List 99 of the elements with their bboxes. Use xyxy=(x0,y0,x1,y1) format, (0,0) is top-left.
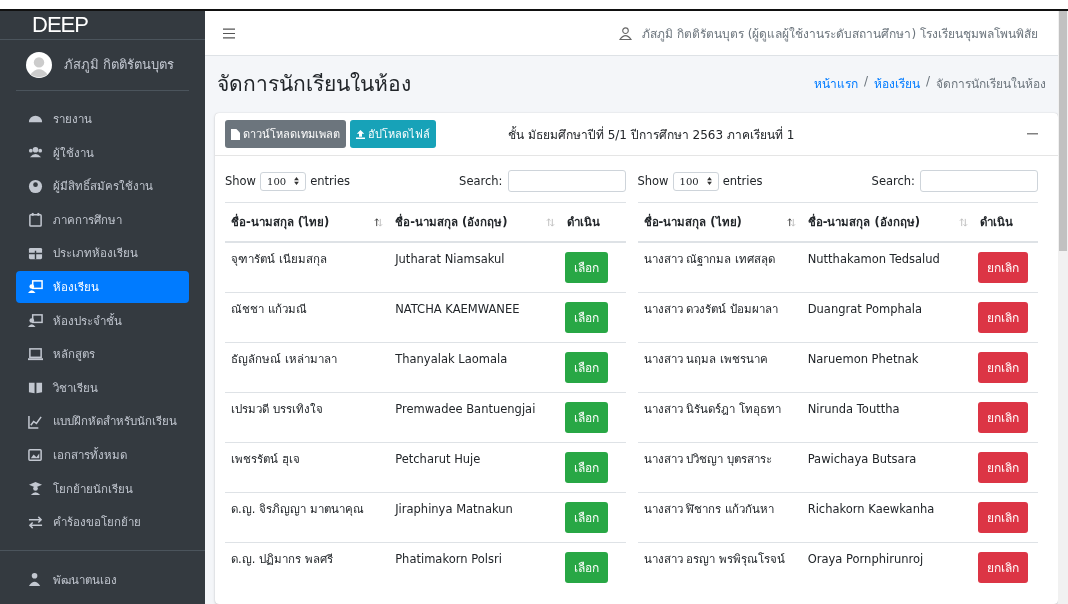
user-name[interactable]: ภัสภูมิ กิตติรัตนบุตร xyxy=(64,54,175,76)
sort-icon xyxy=(546,218,556,227)
scrollbar-thumb[interactable] xyxy=(1059,11,1067,251)
search-field[interactable] xyxy=(507,170,626,192)
table-cell: Premwadee Bantuengjai xyxy=(389,392,562,443)
sort-icon xyxy=(786,218,796,227)
scrollbar[interactable] xyxy=(1058,11,1068,604)
table-cell: นางสาว ฬิชากร แก้วกันหา xyxy=(637,492,802,543)
sidebar-item[interactable]: โยกย้ายนักเรียน xyxy=(16,472,189,505)
swap-arrows-icon xyxy=(28,514,43,530)
breadcrumb-separator: / xyxy=(863,74,868,90)
sidebar-item[interactable]: ห้องประจำชั้น xyxy=(16,304,189,337)
table-cell: NATCHA KAEMWANEE xyxy=(389,292,562,343)
table-cell: Nirunda Touttha xyxy=(801,392,974,443)
table-cell: Jutharat Niamsakul xyxy=(389,242,562,293)
cancel-button[interactable]: ยกเลิก xyxy=(977,452,1028,483)
cancel-button[interactable]: ยกเลิก xyxy=(977,352,1028,383)
upload-icon xyxy=(356,128,365,140)
table-cell: Naruemon Phetnak xyxy=(801,342,974,393)
cancel-button[interactable]: ยกเลิก xyxy=(977,302,1028,333)
table-cell: นางสาว ณัฐากมล เทศสลุด xyxy=(637,242,802,293)
graduate-icon xyxy=(28,481,43,496)
sort-icon xyxy=(958,218,968,227)
entries-label: entries xyxy=(722,174,763,188)
table-cell: Pawichaya Butsara xyxy=(801,442,974,493)
sort-icon xyxy=(374,218,384,227)
table-cell: จุฑารัตน์ เนียมสกุล xyxy=(225,242,390,293)
sidebar-item[interactable]: แบบฝึกหัดสำหรับนักเรียน xyxy=(16,405,189,438)
sidebar-item[interactable]: พัฒนาตนเอง xyxy=(16,563,189,596)
cancel-button[interactable]: ยกเลิก xyxy=(977,502,1028,533)
user-icon xyxy=(619,26,633,40)
sidebar-item[interactable]: หลักสูตร xyxy=(16,337,189,371)
table-cell: Duangrat Pomphala xyxy=(801,292,974,343)
column-header[interactable]: ดำเนิน xyxy=(973,202,1038,242)
book-icon xyxy=(28,380,43,396)
show-label: Show xyxy=(225,174,257,188)
table-cell: Petcharut Huje xyxy=(389,442,562,493)
column-header[interactable]: ชื่อ-นามสกุล (อังกฤษ) xyxy=(389,202,562,242)
sidebar-item[interactable]: วิชาเรียน xyxy=(16,371,189,405)
column-header[interactable]: ชื่อ-นามสกุล (ไทย) xyxy=(637,202,802,242)
column-header[interactable]: ดำเนิน xyxy=(561,202,626,242)
file-icon xyxy=(231,128,240,140)
laptop-icon xyxy=(28,346,43,362)
column-header[interactable]: ชื่อ-นามสกุล (อังกฤษ) xyxy=(801,202,974,242)
page-size-select[interactable]: 100 xyxy=(672,171,719,191)
sidebar-item[interactable]: ประเภทห้องเรียน xyxy=(16,237,189,270)
show-label: Show xyxy=(637,174,669,188)
cancel-button[interactable]: ยกเลิก xyxy=(977,252,1028,283)
grid-icon xyxy=(28,245,43,261)
search-field[interactable] xyxy=(920,170,1038,192)
table-cell: ด.ญ. ปฏิมากร พลศรี xyxy=(225,542,390,592)
table-cell: Jiraphinya Matnakun xyxy=(389,492,562,543)
table-cell: นางสาว อรญา พรพิรุณโรจน์ xyxy=(637,542,802,592)
menu-icon[interactable] xyxy=(223,27,235,39)
sidebar-item[interactable]: รายงาน xyxy=(16,102,189,136)
column-header[interactable]: ชื่อ-นามสกุล (ไทย) xyxy=(225,202,390,242)
user-circle-icon xyxy=(28,178,43,194)
card-title: ชั้น มัธยมศึกษาปีที่ 5/1 ปีการศึกษา 2563 ภาคเรียนที่ 1 xyxy=(508,125,796,144)
sidebar-item[interactable]: ผู้มีสิทธิ์สมัครใช้งาน xyxy=(16,169,189,203)
breadcrumb-link[interactable]: ห้องเรียน xyxy=(873,74,920,93)
sort-caret-icon xyxy=(294,177,300,185)
sidebar-item[interactable]: ผู้ใช้งาน xyxy=(16,136,189,169)
logo: DEEP xyxy=(32,11,88,38)
cancel-button[interactable]: ยกเลิก xyxy=(977,402,1028,433)
table-cell: เปรมวดี บรรเทิงใจ xyxy=(225,392,390,443)
table-cell: Nutthakamon Tedsalud xyxy=(801,242,974,293)
images-icon xyxy=(28,447,43,463)
classroom-icon xyxy=(28,313,43,329)
table-cell: นางสาว นฤมล เพชรนาค xyxy=(637,342,802,393)
page-title: จัดการนักเรียนในห้อง xyxy=(217,71,411,98)
sidebar-item[interactable]: คำร้องขอโยกย้าย xyxy=(16,505,189,539)
table-cell: ด.ญ. จิรภิญญา มาตนาคุณ xyxy=(225,492,390,543)
calendar-icon xyxy=(28,212,43,228)
sidebar-item[interactable]: ห้องเรียน xyxy=(16,270,189,304)
breadcrumb-link[interactable]: หน้าแรก xyxy=(813,74,858,93)
entries-label: entries xyxy=(310,174,350,188)
table-cell: Richakorn Kaewkanha xyxy=(801,492,974,543)
table-cell: Phatimakorn Polsri xyxy=(389,542,562,592)
search-label: Search: xyxy=(871,174,915,188)
sidebar-item[interactable]: ภาคการศึกษา xyxy=(16,203,189,237)
table-cell: ธัญลักษณ์ เหล่ามาลา xyxy=(225,342,390,393)
file-button[interactable]: ดาวน์โหลดเทมเพลต xyxy=(225,120,346,148)
edit-chart-icon xyxy=(28,413,43,429)
cancel-button[interactable]: ยกเลิก xyxy=(977,552,1028,583)
table-cell: นางสาว ปวิชญา บุตรสาระ xyxy=(637,442,802,493)
search-label: Search: xyxy=(459,174,503,188)
table-cell: Oraya Pornphirunroj xyxy=(801,542,974,592)
avatar-icon xyxy=(26,51,52,78)
table-cell: นางสาว นิรันดร์ฎา โทอุธทา xyxy=(637,392,802,443)
classroom-icon xyxy=(28,279,43,295)
breadcrumb-separator: / xyxy=(925,74,930,90)
table-cell: นางสาว ดวงรัตน์ ป้อมผาลา xyxy=(637,292,802,343)
table-cell: Thanyalak Laomala xyxy=(389,342,562,393)
breadcrumb-current: จัดการนักเรียนในห้อง xyxy=(936,76,1046,93)
table-cell: เพชรรัตน์ ฮุเจ xyxy=(225,442,390,493)
table-cell: ณัชชา แก้วมณี xyxy=(225,292,390,343)
page-size-select[interactable]: 100 xyxy=(260,171,307,191)
sidebar-item[interactable]: เอกสารทั้งหมด xyxy=(16,438,189,472)
sort-caret-icon xyxy=(706,177,712,185)
